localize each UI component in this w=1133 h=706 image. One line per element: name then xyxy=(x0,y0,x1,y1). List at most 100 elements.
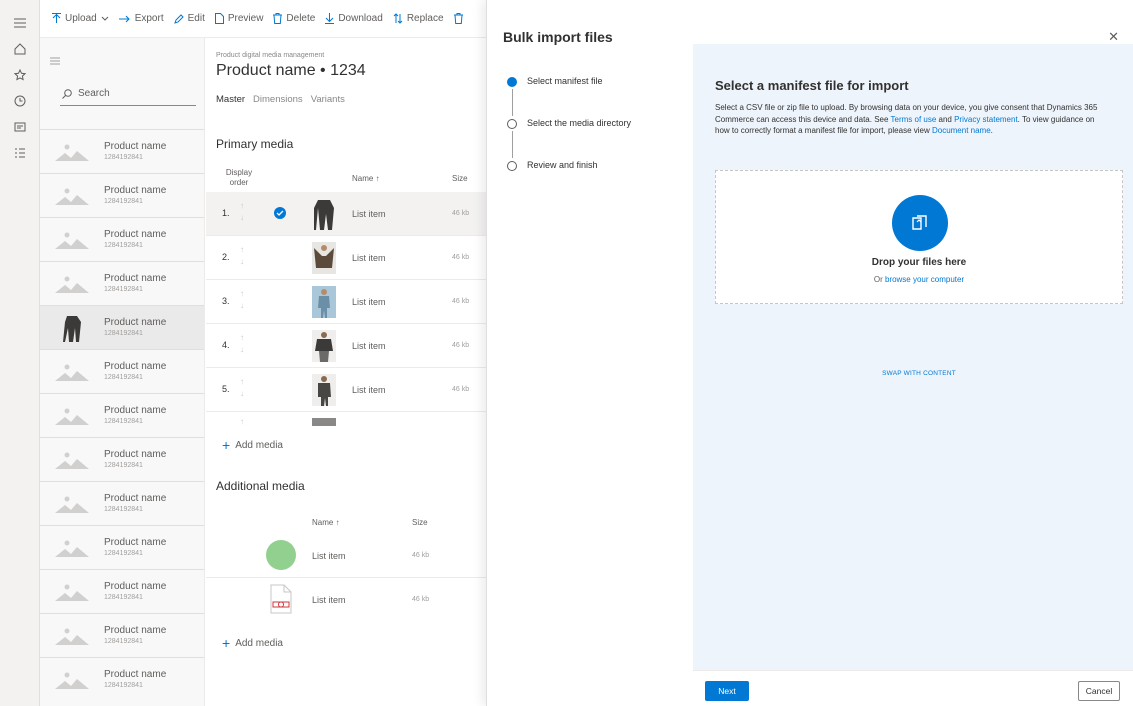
product-id: 1284192841 xyxy=(104,462,143,469)
step-dot xyxy=(507,161,517,171)
product-id: 1284192841 xyxy=(104,682,143,689)
col-display-order[interactable]: Display order xyxy=(222,168,256,188)
swap-placeholder: SWAP WITH CONTENT xyxy=(882,370,956,377)
home-icon[interactable] xyxy=(0,36,40,62)
product-detail-panel: Product digital media management Product… xyxy=(206,38,486,706)
list-item[interactable]: Product name 1284192841 xyxy=(40,349,204,393)
selected-check-icon[interactable] xyxy=(274,207,286,219)
product-list: Product name 1284192841 Product name 128419… xyxy=(40,129,204,701)
preview-label: Preview xyxy=(227,13,264,24)
close-icon[interactable]: ✕ xyxy=(1108,29,1119,45)
add-media-button[interactable]: + Add media xyxy=(222,438,283,452)
product-thumbnail xyxy=(54,313,90,343)
reorder-arrows-icon[interactable]: ↑ ↓ xyxy=(240,244,244,268)
more-delete-button[interactable] xyxy=(453,13,463,24)
star-icon[interactable] xyxy=(0,62,40,88)
terms-of-use-link[interactable]: Terms of use xyxy=(891,115,937,124)
product-name: Product name xyxy=(104,185,167,196)
preview-button[interactable]: Preview xyxy=(214,13,264,24)
product-name: Product name xyxy=(104,449,167,460)
workspace-icon[interactable] xyxy=(0,114,40,140)
document-name-link[interactable]: Document name xyxy=(932,126,991,135)
reorder-arrows-icon[interactable]: ↑ ↓ xyxy=(240,288,244,312)
product-id: 1284192841 xyxy=(104,242,143,249)
media-thumbnail xyxy=(312,330,336,362)
tab-dimensions[interactable]: Dimensions xyxy=(253,94,303,105)
delete-button[interactable]: Delete xyxy=(273,13,315,24)
reorder-arrows-icon[interactable]: ↑ ↓ xyxy=(240,200,244,224)
add-media-label: Add media xyxy=(235,637,283,649)
tab-master[interactable]: Master xyxy=(216,94,245,105)
product-name: Product name xyxy=(104,361,167,372)
list-item[interactable]: Product name 1284192841 xyxy=(40,129,204,173)
breadcrumb: Product digital media management xyxy=(216,52,325,59)
hamburger-icon[interactable] xyxy=(0,10,40,36)
list-item[interactable]: Product name 1284192841 xyxy=(40,305,204,349)
table-row[interactable]: List item 46 kb xyxy=(206,534,486,578)
reorder-arrows-icon[interactable]: ↑ ↓ xyxy=(240,376,244,400)
add-icon: + xyxy=(222,635,231,651)
list-item[interactable]: Product name 1284192841 xyxy=(40,481,204,525)
detail-tabs: Master Dimensions Variants xyxy=(216,94,345,105)
table-row[interactable]: 4. ↑ ↓ List item 46 kb xyxy=(206,324,486,368)
product-id: 1284192841 xyxy=(104,594,143,601)
list-item[interactable]: Product name 1284192841 xyxy=(40,393,204,437)
app-window: Upload Export Edit Preview Delete Downlo… xyxy=(0,0,1133,706)
media-size: 46 kb xyxy=(452,298,470,305)
list-item[interactable]: Product name 1284192841 xyxy=(40,569,204,613)
browse-computer-link[interactable]: browse your computer xyxy=(885,275,964,284)
tab-variants[interactable]: Variants xyxy=(311,94,345,105)
list-item[interactable]: Product name 1284192841 xyxy=(40,525,204,569)
table-row[interactable]: 2. ↑ ↓ List item 46 kb xyxy=(206,236,486,280)
search-input[interactable]: Search xyxy=(60,82,196,106)
media-size: 46 kb xyxy=(452,210,470,217)
privacy-statement-link[interactable]: Privacy statement xyxy=(954,115,1018,124)
chevron-down-icon xyxy=(101,16,109,21)
filter-icon[interactable] xyxy=(50,52,60,70)
product-thumbnail xyxy=(54,137,90,167)
step-select-manifest[interactable]: Select manifest file xyxy=(507,76,631,118)
file-drop-zone[interactable]: Drop your files here Or browse your comp… xyxy=(715,170,1123,304)
list-item[interactable]: Product name 1284192841 xyxy=(40,261,204,305)
product-id: 1284192841 xyxy=(104,506,143,513)
step-select-media-directory[interactable]: Select the media directory xyxy=(507,118,631,160)
recent-icon[interactable] xyxy=(0,88,40,114)
dialog-footer: Next Cancel xyxy=(693,670,1133,706)
upload-button[interactable]: Upload xyxy=(52,13,109,24)
product-thumbnail xyxy=(54,181,90,211)
download-icon xyxy=(325,13,335,24)
col-size-additional[interactable]: Size xyxy=(412,518,428,528)
replace-button[interactable]: Replace xyxy=(393,13,444,24)
next-button[interactable]: Next xyxy=(705,681,749,701)
download-button[interactable]: Download xyxy=(325,13,383,24)
media-size: 46 kb xyxy=(412,552,430,559)
product-name: Product name xyxy=(104,273,167,284)
product-name: Product name xyxy=(104,141,167,152)
list-item[interactable]: Product name 1284192841 xyxy=(40,657,204,701)
table-row[interactable]: 5. ↑ ↓ List item 46 kb xyxy=(206,368,486,412)
list-item[interactable]: Product name 1284192841 xyxy=(40,173,204,217)
reorder-arrows-icon[interactable]: ↑ ↓ xyxy=(240,332,244,356)
product-name: Product name xyxy=(104,537,167,548)
step-review-finish[interactable]: Review and finish xyxy=(507,160,631,202)
edit-button[interactable]: Edit xyxy=(173,13,205,24)
preview-icon xyxy=(214,13,224,24)
cancel-button[interactable]: Cancel xyxy=(1078,681,1120,701)
col-size[interactable]: Size xyxy=(452,174,468,184)
table-row[interactable]: List item 46 kb xyxy=(206,578,486,622)
list-item[interactable]: Product name 1284192841 xyxy=(40,437,204,481)
list-icon[interactable] xyxy=(0,140,40,166)
media-thumbnail xyxy=(312,374,336,406)
add-media-button[interactable]: + Add media xyxy=(222,635,283,651)
list-item[interactable]: Product name 1284192841 xyxy=(40,613,204,657)
export-button[interactable]: Export xyxy=(118,13,164,24)
wizard-steps: Select manifest file Select the media di… xyxy=(507,76,631,202)
col-name-additional[interactable]: Name ↑ xyxy=(312,518,340,528)
table-row[interactable]: 1. ↑ ↓ List item 46 kb xyxy=(206,192,486,236)
table-row[interactable]: 3. ↑ ↓ List item 46 kb xyxy=(206,280,486,324)
product-name: Product name xyxy=(104,625,167,636)
list-item[interactable]: Product name 1284192841 xyxy=(40,217,204,261)
media-size: 46 kb xyxy=(452,342,470,349)
col-name[interactable]: Name ↑ xyxy=(352,174,380,184)
display-order: 3. xyxy=(222,296,230,306)
